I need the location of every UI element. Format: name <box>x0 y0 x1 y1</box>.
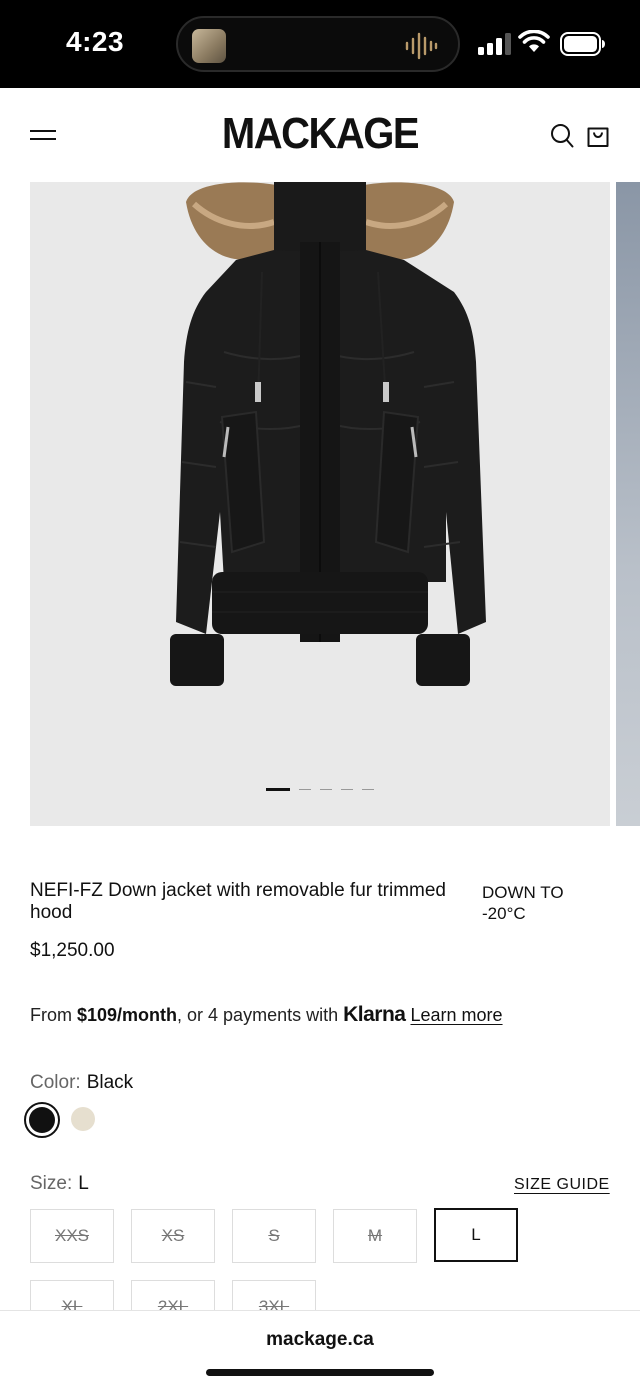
product-title: NEFI-FZ Down jacket with removable fur t… <box>30 880 446 923</box>
size-option-xs[interactable]: XS <box>131 1209 215 1263</box>
size-option-s[interactable]: S <box>232 1209 316 1263</box>
size-option-label: L <box>471 1225 481 1244</box>
size-option-label: XS <box>161 1226 185 1245</box>
home-indicator[interactable] <box>206 1369 434 1376</box>
carousel-pagination <box>266 787 374 791</box>
status-time: 4:23 <box>66 26 125 57</box>
carousel-dot[interactable] <box>299 788 311 790</box>
carousel-dot[interactable] <box>362 788 374 790</box>
color-swatch-black[interactable] <box>24 1102 60 1138</box>
color-value: Black <box>86 1072 134 1093</box>
carousel-dot[interactable] <box>341 788 353 790</box>
color-selector-label: Color: Black <box>30 1072 133 1094</box>
browser-address-bar[interactable]: mackage.ca <box>0 1310 640 1388</box>
color-label: Color: <box>30 1072 81 1093</box>
search-icon[interactable] <box>550 123 574 149</box>
now-playing-thumbnail <box>192 29 226 63</box>
product-image-jacket <box>170 182 486 686</box>
wifi-icon <box>518 30 550 52</box>
carousel-dot[interactable] <box>320 788 332 790</box>
size-value: L <box>78 1173 89 1194</box>
klarna-financing-message: From $109/month, or 4 payments with Klar… <box>30 1003 503 1027</box>
temperature-label: DOWN TO <box>482 883 564 902</box>
carousel-dot[interactable] <box>266 787 290 791</box>
size-option-xxs[interactable]: XXS <box>30 1209 114 1263</box>
site-header: MACKAGE <box>0 88 640 182</box>
shopping-bag-icon[interactable] <box>586 124 610 148</box>
color-swatch-cream[interactable] <box>71 1107 95 1131</box>
klarna-monthly-amount: $109/month <box>77 1005 178 1025</box>
cellular-signal-icon <box>478 33 511 55</box>
klarna-learn-more-link[interactable]: Learn more <box>410 1005 502 1025</box>
klarna-middle-text: , or 4 payments with <box>177 1005 344 1025</box>
brand-logo[interactable]: MACKAGE <box>0 110 640 159</box>
size-option-label: XXS <box>54 1226 90 1245</box>
size-option-label: S <box>268 1226 280 1245</box>
size-option-label: M <box>367 1226 383 1245</box>
temperature-value: -20°C <box>482 904 526 923</box>
status-bar: 4:23 <box>0 0 640 88</box>
product-price: $1,250.00 <box>30 940 115 961</box>
klarna-logo: Klarna <box>343 1003 406 1026</box>
size-option-l[interactable]: L <box>434 1208 518 1262</box>
size-option-m[interactable]: M <box>333 1209 417 1263</box>
battery-icon <box>560 32 605 56</box>
size-selector-label: Size: L <box>30 1173 89 1195</box>
next-product-image-peek[interactable] <box>616 182 640 826</box>
product-image-carousel[interactable] <box>30 182 610 826</box>
size-guide-link[interactable]: SIZE GUIDE <box>514 1176 610 1194</box>
audio-waveform-icon <box>405 32 438 60</box>
klarna-prefix: From <box>30 1005 77 1025</box>
temperature-rating: DOWN TO -20°C <box>482 882 602 924</box>
size-label: Size: <box>30 1173 73 1194</box>
dynamic-island[interactable] <box>176 16 460 72</box>
browser-url[interactable]: mackage.ca <box>0 1329 640 1351</box>
